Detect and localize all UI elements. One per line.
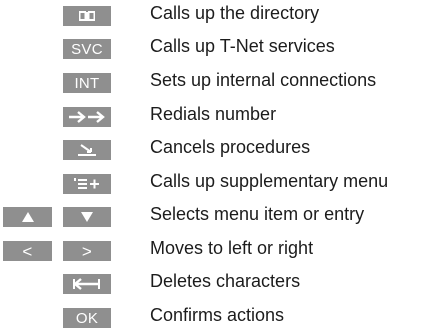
int-key-label: INT [74,74,100,92]
cancel-key[interactable] [63,140,111,160]
legend-row-svc: SVC Calls up T-Net services [0,33,432,67]
legend-row-directory: Calls up the directory [0,0,432,34]
legend-description: Calls up supplementary menu [150,171,389,191]
triangle-down-icon [81,212,93,222]
ok-key-label: OK [75,309,99,327]
triangle-up-icon [21,212,34,222]
legend-description: Sets up internal connections [150,70,377,90]
legend-description: Calls up T-Net services [150,36,335,56]
menu-key[interactable] [63,174,111,194]
legend-row-redial: Redials number [0,101,432,135]
int-key[interactable]: INT [63,73,111,93]
down-key[interactable] [63,207,111,227]
cancel-hook-icon [78,144,96,156]
legend-description: Confirms actions [150,305,285,325]
legend-description: Calls up the directory [150,3,320,23]
legend-row-navigate: Selects menu item or entry [0,201,432,235]
legend-description: Selects menu item or entry [150,204,365,224]
left-key[interactable]: < [3,241,52,261]
legend-row-cancel: Cancels procedures [0,134,432,168]
open-book-icon [79,11,95,21]
legend-description: Moves to left or right [150,238,314,258]
legend-description: Deletes characters [150,271,301,291]
ok-key[interactable]: OK [63,308,111,328]
up-key[interactable] [3,207,52,227]
legend-description: Redials number [150,104,277,124]
right-key[interactable]: > [63,241,111,261]
left-key-label: < [22,241,33,261]
directory-key[interactable] [63,6,111,26]
key-legend: Calls up the directory SVC Calls up T-Ne… [0,0,432,332]
right-key-label: > [81,241,93,261]
legend-row-ok: OK Confirms actions [0,302,432,336]
legend-row-menu: Calls up supplementary menu [0,168,432,202]
legend-row-int: INT Sets up internal connections [0,67,432,101]
svc-key[interactable]: SVC [63,39,111,59]
svc-key-label: SVC [71,40,103,58]
delete-key[interactable] [63,274,111,294]
legend-description: Cancels procedures [150,137,311,157]
legend-row-left-right: < > Moves to left or right [0,235,432,269]
legend-row-delete: Deletes characters [0,268,432,302]
backspace-arrow-icon [73,278,100,290]
double-arrow-right-icon [69,111,105,123]
redial-key[interactable] [63,107,111,127]
menu-plus-icon [74,178,99,189]
